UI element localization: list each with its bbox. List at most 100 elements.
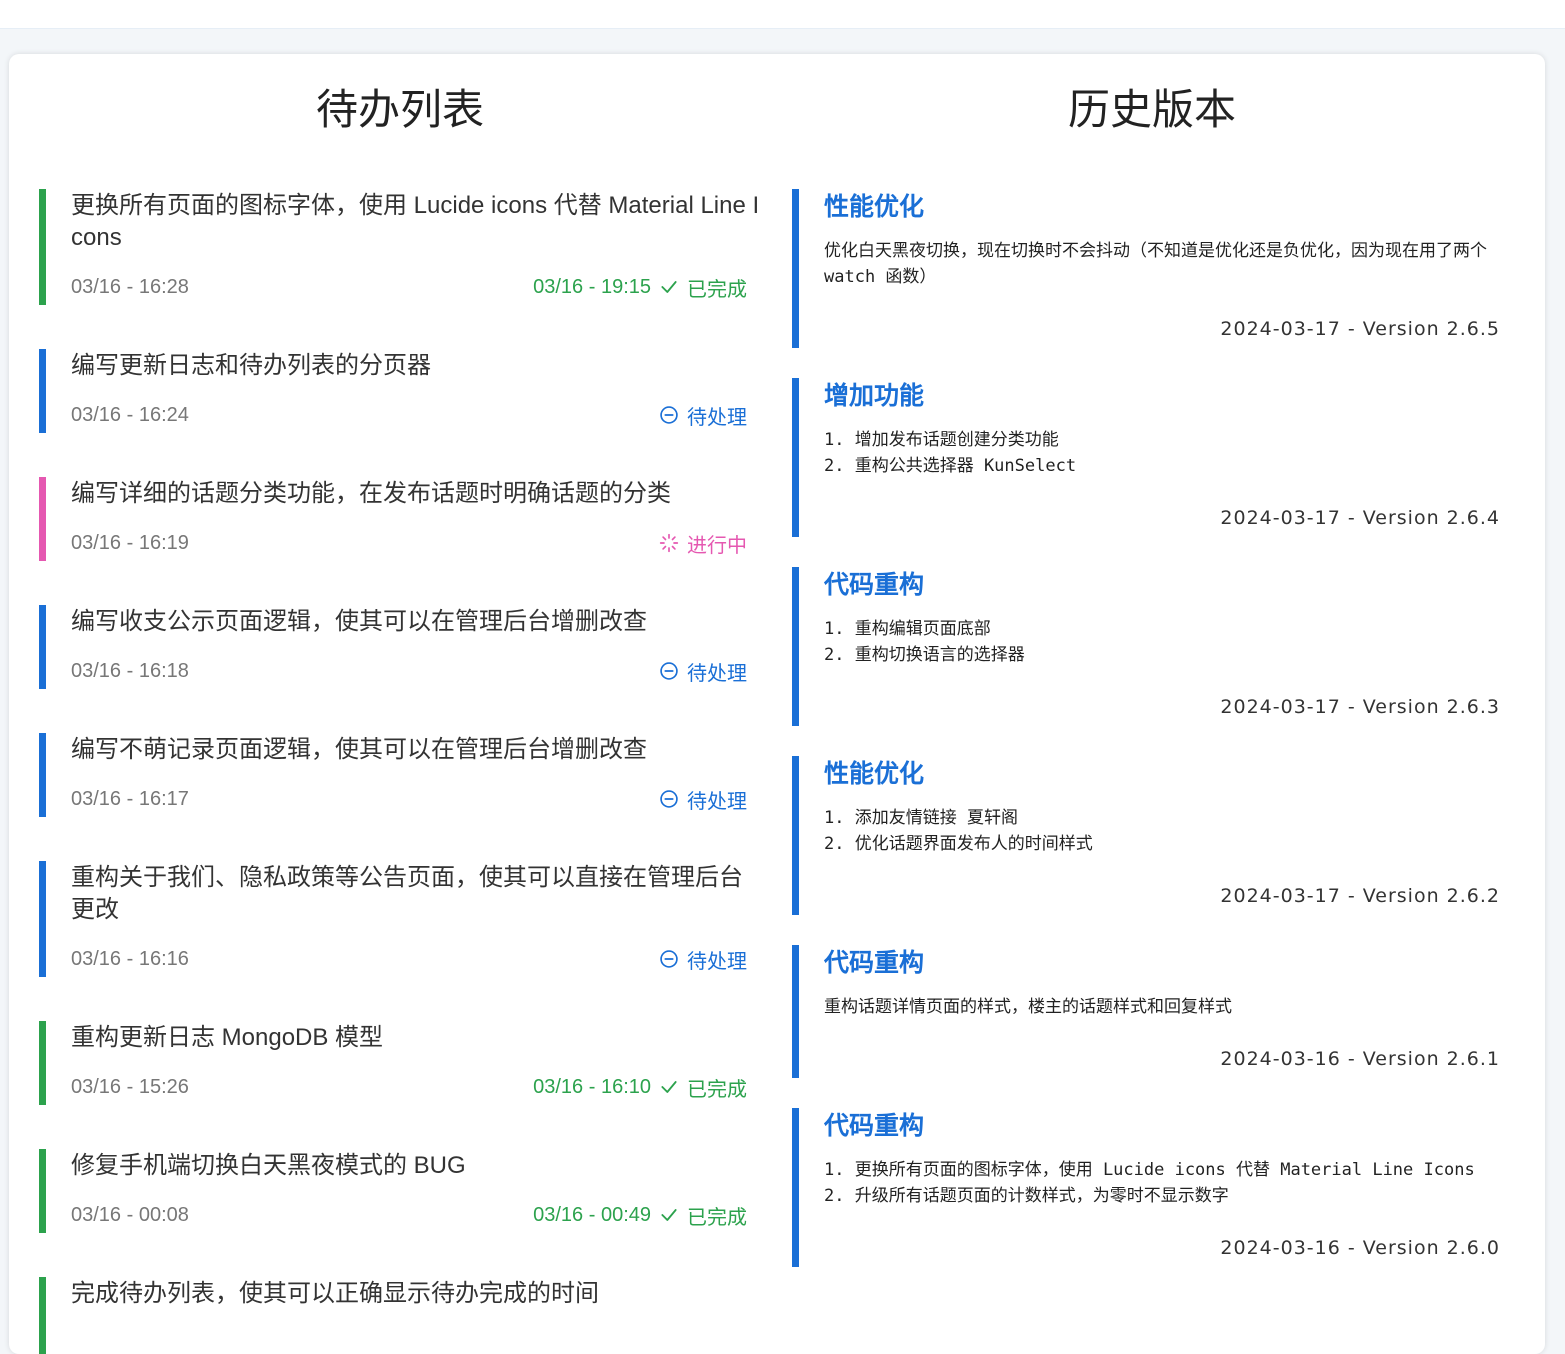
history-item-version: 2024-03-17 - Version 2.6.5 xyxy=(1220,318,1500,340)
history-item-line: 1. 增加发布话题创建分类功能 xyxy=(824,430,1059,450)
todo-meta xyxy=(71,1326,755,1354)
history-item-line: 优化白天黑夜切换，现在切换时不会抖动（不知道是优化还是负优化，因为现在用了两个 … xyxy=(824,241,1487,287)
check-icon xyxy=(659,1205,679,1225)
minus-circle-icon xyxy=(659,661,679,681)
loader-icon xyxy=(659,533,679,553)
todo-status: 进行中 xyxy=(659,529,747,558)
history-item-line: 2. 重构公共选择器 KunSelect xyxy=(824,456,1077,476)
todo-created-time: 03/16 - 16:19 xyxy=(71,531,189,554)
todo-status-label: 待处理 xyxy=(687,406,747,429)
todo-status: 03/16 - 00:49 已完成 xyxy=(533,1201,747,1230)
history-item: 性能优化优化白天黑夜切换，现在切换时不会抖动（不知道是优化还是负优化，因为现在用… xyxy=(792,189,1508,348)
history-item-body: 重构话题详情页面的样式，楼主的话题样式和回复样式 xyxy=(824,994,1504,1020)
todo-completed-time: 03/16 - 19:15 xyxy=(533,275,651,298)
history-item-title: 代码重构 xyxy=(824,949,925,977)
todo-text: 完成待办列表，使其可以正确显示待办完成的时间 xyxy=(71,1280,599,1307)
todo-status: 待处理 xyxy=(659,945,747,974)
todo-item: 修复手机端切换白天黑夜模式的 BUG 03/16 - 00:08 03/16 - 0… xyxy=(39,1149,755,1233)
todo-status-label: 已完成 xyxy=(687,278,747,301)
todo-text: 重构关于我们、隐私政策等公告页面，使其可以直接在管理后台更改 xyxy=(71,864,743,923)
todo-status: 03/16 - 19:15 已完成 xyxy=(533,273,747,302)
history-item-version: 2024-03-17 - Version 2.6.4 xyxy=(1220,507,1500,529)
history-item-line: 2. 升级所有话题页面的计数样式，为零时不显示数字 xyxy=(824,1186,1229,1206)
todo-list: 更换所有页面的图标字体，使用 Lucide icons 代替 Material … xyxy=(39,189,759,1354)
todo-item: 编写收支公示页面逻辑，使其可以在管理后台增删改查 03/16 - 16:18 待处理 xyxy=(39,605,755,689)
history-item-title: 性能优化 xyxy=(824,193,925,221)
todo-text: 编写详细的话题分类功能，在发布话题时明确话题的分类 xyxy=(71,480,671,507)
todo-status-label: 已完成 xyxy=(687,1078,747,1101)
todo-item: 更换所有页面的图标字体，使用 Lucide icons 代替 Material … xyxy=(39,189,759,305)
todo-text: 编写收支公示页面逻辑，使其可以在管理后台增删改查 xyxy=(71,608,647,635)
todo-status: 03/16 - 16:10 已完成 xyxy=(533,1073,747,1102)
todo-meta: 03/16 - 16:16 待处理 xyxy=(71,942,755,977)
history-item: 代码重构 1. 重构编辑页面底部 2. 重构切换语言的选择器 2024-03-17 -… xyxy=(792,567,1508,726)
history-item: 性能优化 1. 添加友情链接 夏轩阁 2. 优化话题界面发布人的时间样式 2024-0… xyxy=(792,756,1508,915)
todo-text: 编写更新日志和待办列表的分页器 xyxy=(71,352,431,379)
todo-status-label: 待处理 xyxy=(687,790,747,813)
history-item-title: 代码重构 xyxy=(824,571,925,599)
todo-completed-time: 03/16 - 16:10 xyxy=(533,1075,651,1098)
todo-item: 重构更新日志 MongoDB 模型 03/16 - 15:26 03/16 - 16… xyxy=(39,1021,755,1105)
check-icon xyxy=(659,277,679,297)
todo-created-time: 03/16 - 16:28 xyxy=(71,275,189,298)
todo-created-time: 03/16 - 16:18 xyxy=(71,659,189,682)
history-item-version: 2024-03-16 - Version 2.6.0 xyxy=(1220,1237,1500,1259)
minus-circle-icon xyxy=(659,949,679,969)
todo-meta: 03/16 - 16:28 03/16 - 19:15 已完成 xyxy=(71,270,755,305)
todo-created-time: 03/16 - 16:17 xyxy=(71,787,189,810)
todo-text: 修复手机端切换白天黑夜模式的 BUG xyxy=(71,1152,466,1179)
history-item-line: 重构话题详情页面的样式，楼主的话题样式和回复样式 xyxy=(824,997,1232,1017)
todo-meta: 03/16 - 15:26 03/16 - 16:10 已完成 xyxy=(71,1070,755,1105)
todo-status-label: 已完成 xyxy=(687,1206,747,1229)
history-item-line: 2. 优化话题界面发布人的时间样式 xyxy=(824,834,1093,854)
todo-meta: 03/16 - 16:18 待处理 xyxy=(71,654,755,689)
todo-item: 编写不萌记录页面逻辑，使其可以在管理后台增删改查 03/16 - 16:17 待处理 xyxy=(39,733,755,817)
todo-text: 重构更新日志 MongoDB 模型 xyxy=(71,1024,384,1051)
todo-created-time: 03/16 - 00:08 xyxy=(71,1203,189,1226)
history-item-version: 2024-03-16 - Version 2.6.1 xyxy=(1220,1048,1500,1070)
history-list: 性能优化优化白天黑夜切换，现在切换时不会抖动（不知道是优化还是负优化，因为现在用… xyxy=(792,189,1508,1297)
history-item: 增加功能 1. 增加发布话题创建分类功能 2. 重构公共选择器 KunSelect 2… xyxy=(792,378,1508,537)
todo-status: 待处理 xyxy=(659,401,747,430)
todo-item: 编写更新日志和待办列表的分页器 03/16 - 16:24 待处理 xyxy=(39,349,755,433)
todo-meta: 03/16 - 00:08 03/16 - 00:49 已完成 xyxy=(71,1198,755,1233)
history-item-body: 1. 更换所有页面的图标字体，使用 Lucide icons 代替 Materi… xyxy=(824,1157,1504,1209)
todo-text: 编写不萌记录页面逻辑，使其可以在管理后台增删改查 xyxy=(71,736,647,763)
todo-item: 重构关于我们、隐私政策等公告页面，使其可以直接在管理后台更改 03/16 - 16… xyxy=(39,861,755,977)
history-title: 历史版本 xyxy=(1067,85,1236,134)
todo-created-time: 03/16 - 16:16 xyxy=(71,947,189,970)
todo-created-time: 03/16 - 16:24 xyxy=(71,403,189,426)
todo-status: 待处理 xyxy=(659,657,747,686)
history-item-title: 增加功能 xyxy=(824,382,925,410)
main-card: 待办列表 历史版本 更换所有页面的图标字体，使用 Lucide icons 代替… xyxy=(9,54,1545,1354)
history-item-title: 性能优化 xyxy=(824,760,925,788)
history-item: 代码重构重构话题详情页面的样式，楼主的话题样式和回复样式 2024-03-16 -… xyxy=(792,945,1508,1078)
todo-created-time: 03/16 - 15:26 xyxy=(71,1075,189,1098)
history-item-body: 优化白天黑夜切换，现在切换时不会抖动（不知道是优化还是负优化，因为现在用了两个 … xyxy=(824,238,1504,290)
top-nav-bar xyxy=(0,0,1565,29)
history-item-line: 1. 重构编辑页面底部 xyxy=(824,619,991,639)
todo-status-label: 进行中 xyxy=(687,534,747,557)
todo-list-title: 待办列表 xyxy=(315,85,484,134)
todo-status: 待处理 xyxy=(659,785,747,814)
history-item-line: 1. 添加友情链接 夏轩阁 xyxy=(824,808,1018,828)
history-item-body: 1. 增加发布话题创建分类功能 2. 重构公共选择器 KunSelect xyxy=(824,427,1504,479)
history-item-line: 1. 更换所有页面的图标字体，使用 Lucide icons 代替 Materi… xyxy=(824,1160,1475,1180)
todo-item: 编写详细的话题分类功能，在发布话题时明确话题的分类 03/16 - 16:19 进行… xyxy=(39,477,755,561)
todo-status-label: 待处理 xyxy=(687,950,747,973)
todo-meta: 03/16 - 16:24 待处理 xyxy=(71,398,755,433)
history-item-line: 2. 重构切换语言的选择器 xyxy=(824,645,1025,665)
todo-completed-time: 03/16 - 00:49 xyxy=(533,1203,651,1226)
todo-meta: 03/16 - 16:17 待处理 xyxy=(71,782,755,817)
history-item: 代码重构 1. 更换所有页面的图标字体，使用 Lucide icons 代替 Ma… xyxy=(792,1108,1508,1267)
history-item-version: 2024-03-17 - Version 2.6.2 xyxy=(1220,885,1500,907)
todo-text: 更换所有页面的图标字体，使用 Lucide icons 代替 Material … xyxy=(71,192,760,251)
todo-status-label: 待处理 xyxy=(687,662,747,685)
check-icon xyxy=(659,1077,679,1097)
history-item-version: 2024-03-17 - Version 2.6.3 xyxy=(1220,696,1500,718)
todo-item: 完成待办列表，使其可以正确显示待办完成的时间 xyxy=(39,1277,755,1354)
minus-circle-icon xyxy=(659,789,679,809)
minus-circle-icon xyxy=(659,405,679,425)
history-item-body: 1. 添加友情链接 夏轩阁 2. 优化话题界面发布人的时间样式 xyxy=(824,805,1504,857)
history-item-body: 1. 重构编辑页面底部 2. 重构切换语言的选择器 xyxy=(824,616,1504,668)
